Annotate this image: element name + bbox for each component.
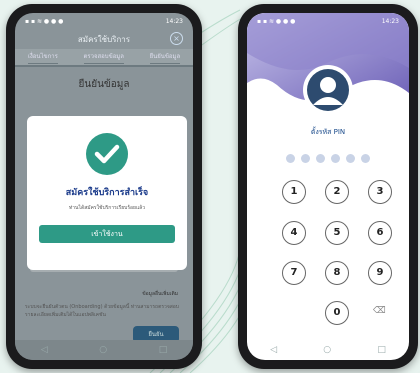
- phone-right: ▪ ▪ ≋ ● ● ● 14:23 ตั้งรหัส PIN 1 2 3 4 5…: [238, 4, 418, 369]
- pin-dot: [346, 154, 355, 163]
- key-0[interactable]: 0: [325, 301, 349, 325]
- page-title: ยืนยันข้อมูล: [78, 79, 130, 90]
- key-4[interactable]: 4: [282, 221, 306, 245]
- dialog-title: สมัครใช้บริการสำเร็จ: [65, 188, 149, 198]
- status-icons: ▪ ▪ ≋ ● ● ●: [25, 17, 64, 25]
- nav-bar: ◁ ○ □: [247, 340, 409, 360]
- back-icon[interactable]: ◁: [41, 345, 48, 355]
- status-time: 14:23: [165, 17, 183, 25]
- nav-bar: ◁ ○ □: [15, 340, 193, 360]
- registration-screen: ▪ ▪ ≋ ● ● ● 14:23 สมัครใช้บริการ × เงื่อ…: [15, 13, 193, 360]
- key-7[interactable]: 7: [282, 261, 306, 285]
- tab-terms[interactable]: เงื่อนไขการ: [27, 51, 58, 64]
- phone-left: ▪ ▪ ≋ ● ● ● 14:23 สมัครใช้บริการ × เงื่อ…: [6, 4, 202, 369]
- dialog-subtitle: ท่านได้สมัครใช้บริการเรียบร้อยแล้ว: [68, 205, 146, 211]
- status-time: 14:23: [381, 17, 399, 25]
- additional-info-link[interactable]: ข้อมูลอื่นเพิ่มเติม: [142, 290, 178, 298]
- key-6[interactable]: 6: [368, 221, 392, 245]
- close-icon[interactable]: ×: [170, 32, 183, 45]
- enter-app-button[interactable]: เข้าใช้งาน: [39, 225, 175, 243]
- key-9[interactable]: 9: [368, 261, 392, 285]
- key-3[interactable]: 3: [368, 180, 392, 204]
- header-title: สมัครใช้บริการ: [77, 34, 131, 44]
- backspace-icon[interactable]: ⌫: [373, 306, 386, 316]
- pin-dot: [361, 154, 370, 163]
- key-1[interactable]: 1: [282, 180, 306, 204]
- checkmark-icon: [86, 133, 128, 175]
- pin-dot: [331, 154, 340, 163]
- success-dialog: สมัครใช้บริการสำเร็จ ท่านได้สมัครใช้บริก…: [27, 116, 187, 270]
- pin-dot: [301, 154, 310, 163]
- pin-dots: [247, 154, 409, 163]
- recents-icon[interactable]: □: [377, 345, 386, 355]
- status-bar: ▪ ▪ ≋ ● ● ● 14:23: [15, 13, 193, 29]
- user-icon: [307, 69, 349, 111]
- pin-dot: [286, 154, 295, 163]
- key-2[interactable]: 2: [325, 180, 349, 204]
- key-8[interactable]: 8: [325, 261, 349, 285]
- status-bar: ▪ ▪ ≋ ● ● ● 14:23: [247, 13, 409, 29]
- pin-screen: ▪ ▪ ≋ ● ● ● 14:23 ตั้งรหัส PIN 1 2 3 4 5…: [247, 13, 409, 360]
- pin-dot: [316, 154, 325, 163]
- header: สมัครใช้บริการ ×: [15, 29, 193, 49]
- status-icons: ▪ ▪ ≋ ● ● ●: [257, 17, 296, 25]
- avatar: [303, 65, 353, 115]
- back-icon[interactable]: ◁: [270, 345, 277, 355]
- step-tabs: เงื่อนไขการ ตรวจสอบข้อมูล ยืนยันข้อมูล: [15, 49, 193, 67]
- home-icon[interactable]: ○: [323, 345, 331, 355]
- key-5[interactable]: 5: [325, 221, 349, 245]
- recents-icon[interactable]: □: [159, 345, 168, 355]
- pin-label: ตั้งรหัส PIN: [310, 128, 346, 136]
- terms-text: ระบบจะยืนยันตัวตน (Onboarding) ด้วยข้อมู…: [25, 304, 179, 318]
- tab-confirm[interactable]: ยืนยันข้อมูล: [149, 51, 181, 64]
- home-icon[interactable]: ○: [99, 345, 107, 355]
- tab-verify[interactable]: ตรวจสอบข้อมูล: [83, 51, 124, 64]
